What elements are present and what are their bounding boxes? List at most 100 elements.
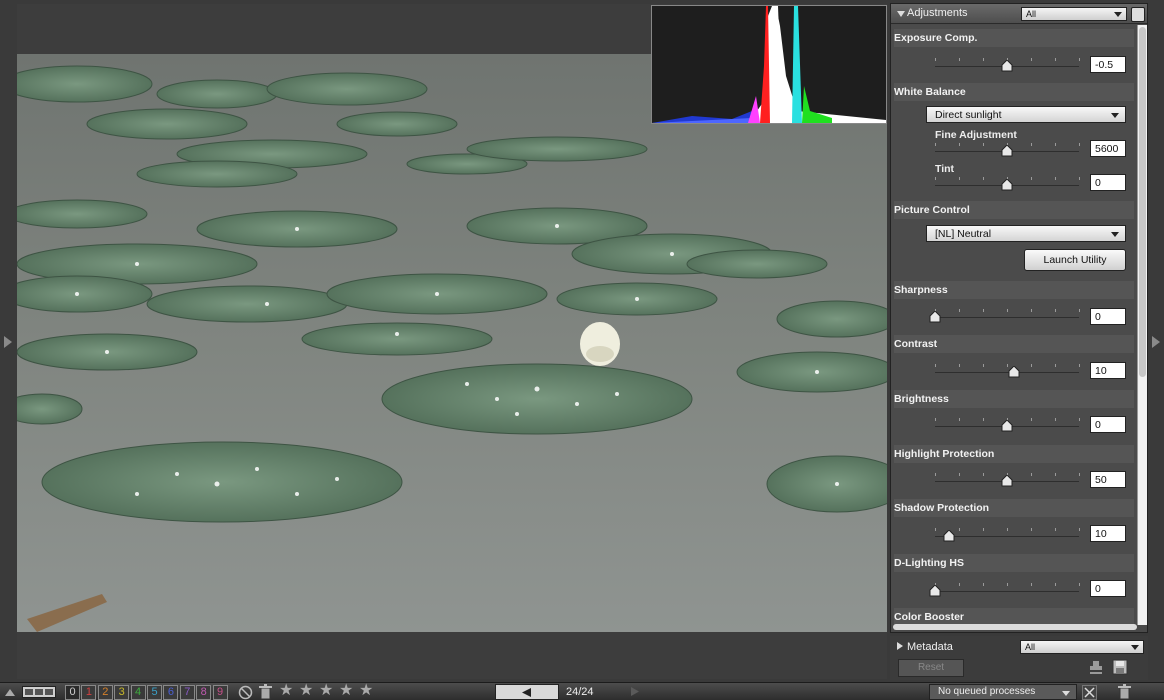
shadow-protection-slider-track[interactable]	[935, 536, 1079, 537]
slider-tick	[935, 58, 936, 61]
slider-tick	[1031, 364, 1032, 367]
shadow-protection-label: Shadow Protection	[894, 499, 1134, 517]
metadata-title[interactable]: Metadata	[907, 641, 953, 653]
contrast-value-field[interactable]: 10	[1090, 362, 1126, 379]
white-balance-label: White Balance	[894, 83, 1134, 101]
slider-tick	[1055, 309, 1056, 312]
sharpness-value-field[interactable]: 0	[1090, 308, 1126, 325]
chevron-down-icon	[1111, 113, 1119, 118]
adjustments-scroll-area[interactable]: Exposure Comp. -0.5 White Balance Direct…	[891, 25, 1137, 625]
highlight-protection-slider-thumb[interactable]	[1001, 475, 1013, 487]
slider-tick	[1031, 309, 1032, 312]
slider-tick	[1007, 583, 1008, 586]
d-lighting-value-field[interactable]: 0	[1090, 580, 1126, 597]
document-icon[interactable]	[1131, 7, 1145, 22]
slider-tick	[959, 473, 960, 476]
label-4-button[interactable]: 4	[130, 685, 146, 700]
label-5-button[interactable]: 5	[147, 685, 162, 700]
rating-star-icon[interactable]: ★	[279, 683, 293, 699]
adjustments-scrollbar[interactable]	[1137, 25, 1147, 625]
brightness-slider-thumb[interactable]	[1001, 420, 1013, 432]
slider-tick	[1055, 473, 1056, 476]
navigation-control	[495, 684, 559, 700]
d-lighting-slider-track[interactable]	[935, 591, 1079, 592]
rating-star-icon[interactable]: ★	[319, 683, 333, 699]
tint-value-field[interactable]: 0	[1090, 174, 1126, 191]
slider-tick	[983, 418, 984, 421]
exposure-value-field[interactable]: -0.5	[1090, 56, 1126, 73]
stamp-icon[interactable]	[1088, 659, 1104, 675]
fine-adjustment-value-field[interactable]: 5600	[1090, 140, 1126, 157]
shadow-protection-value-field[interactable]: 10	[1090, 525, 1126, 542]
slider-tick	[1007, 309, 1008, 312]
left-panel-toggle-icon[interactable]	[2, 332, 14, 352]
white-balance-value: Direct sunlight	[935, 109, 1002, 121]
launch-utility-button[interactable]: Launch Utility	[1024, 249, 1126, 271]
picture-control-select[interactable]: [NL] Neutral	[926, 225, 1126, 242]
chevron-down-icon	[1114, 12, 1122, 17]
tint-slider-thumb[interactable]	[1001, 179, 1013, 191]
slider-tick	[1031, 143, 1032, 146]
label-9-button[interactable]: 9	[212, 685, 228, 700]
slider-tick	[1007, 528, 1008, 531]
reject-circle-icon[interactable]	[238, 685, 253, 700]
save-icon[interactable]	[1112, 659, 1128, 675]
label-3-button[interactable]: 3	[114, 685, 130, 700]
slider-tick	[1055, 364, 1056, 367]
shadow-protection-slider-thumb[interactable]	[943, 530, 955, 542]
adjustments-title: Adjustments	[907, 7, 968, 19]
white-balance-select[interactable]: Direct sunlight	[926, 106, 1126, 123]
exposure-slider-thumb[interactable]	[1001, 60, 1013, 72]
d-lighting-slider-thumb[interactable]	[929, 585, 941, 597]
slider-tick	[935, 143, 936, 146]
highlight-protection-value-field[interactable]: 50	[1090, 471, 1126, 488]
close-icon[interactable]	[1082, 685, 1097, 700]
slider-tick	[935, 528, 936, 531]
slider-tick	[935, 418, 936, 421]
slider-tick	[1055, 143, 1056, 146]
slider-tick	[959, 364, 960, 367]
label-2-button[interactable]: 2	[97, 685, 113, 700]
next-image-icon[interactable]	[630, 686, 640, 700]
slider-tick	[1055, 177, 1056, 180]
contrast-slider-track[interactable]	[935, 372, 1079, 373]
reset-button[interactable]: Reset	[898, 659, 964, 677]
rating-star-icon[interactable]: ★	[339, 683, 353, 699]
contrast-slider-thumb[interactable]	[1008, 366, 1020, 378]
image-viewer[interactable]	[17, 4, 887, 679]
slider-tick	[1031, 473, 1032, 476]
queue-status-select[interactable]: No queued processes	[929, 684, 1077, 700]
brightness-value-field[interactable]: 0	[1090, 416, 1126, 433]
collapse-triangle-icon[interactable]	[897, 11, 905, 17]
expand-triangle-icon[interactable]	[897, 642, 903, 650]
picture-control-label: Picture Control	[894, 201, 1134, 219]
adjustments-scroll-thumb[interactable]	[1139, 27, 1146, 377]
right-panel-toggle-icon[interactable]	[1150, 332, 1162, 352]
label-7-button[interactable]: 7	[179, 685, 195, 700]
previous-image-icon[interactable]	[520, 687, 532, 700]
metadata-filter-select[interactable]: All	[1020, 640, 1144, 654]
slider-tick	[1079, 418, 1080, 421]
image-counter: 24/24	[566, 686, 594, 698]
trash-icon[interactable]	[258, 684, 273, 700]
label-6-button[interactable]: 6	[163, 685, 179, 700]
lotus-photo[interactable]	[17, 54, 887, 632]
sharpness-slider-thumb[interactable]	[929, 311, 941, 323]
d-lighting-ticks	[935, 583, 1080, 587]
rating-star-icon[interactable]: ★	[299, 683, 313, 699]
filmstrip-view-icon[interactable]	[22, 686, 56, 700]
adjustments-header[interactable]: Adjustments All	[891, 4, 1147, 24]
fine-adjustment-slider-thumb[interactable]	[1001, 145, 1013, 157]
adjustments-filter-select[interactable]: All	[1021, 7, 1127, 21]
chevron-down-icon	[1111, 232, 1119, 237]
triangle-up-icon[interactable]	[4, 687, 16, 700]
trash-icon[interactable]	[1117, 684, 1132, 700]
label-8-button[interactable]: 8	[196, 685, 212, 700]
label-1-button[interactable]: 1	[81, 685, 97, 700]
slider-tick	[959, 58, 960, 61]
sharpness-slider-track[interactable]	[935, 317, 1079, 318]
rating-star-icon[interactable]: ★	[359, 683, 373, 699]
adjustments-horizontal-scrollbar[interactable]	[893, 624, 1137, 630]
d-lighting-label: D-Lighting HS	[894, 554, 1134, 572]
label-0-button[interactable]: 0	[65, 685, 80, 700]
